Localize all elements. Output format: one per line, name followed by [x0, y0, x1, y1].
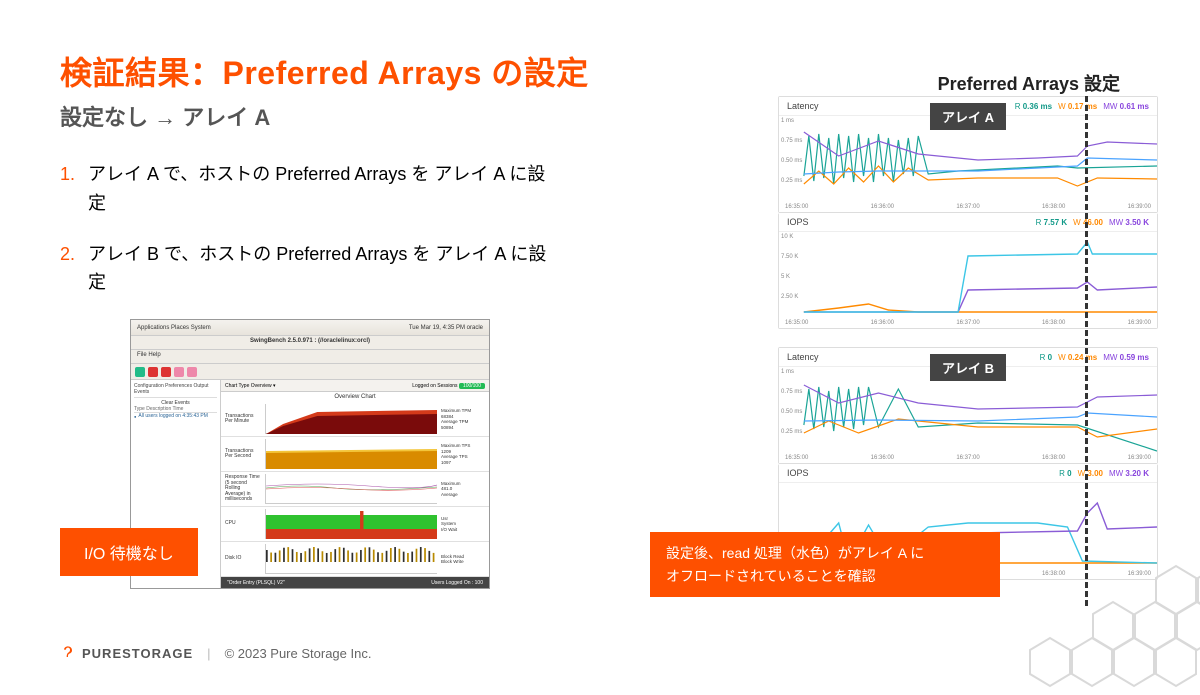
toolbar — [131, 364, 489, 380]
row-label: Transactions Per Minute — [225, 414, 261, 425]
row-chart — [265, 404, 437, 434]
row-stats: Maximum 481.0 Average — [441, 481, 485, 497]
swingbench-status: "Order Entry (PLSQL) V2" Users Logged On… — [221, 577, 489, 589]
record-icon — [161, 367, 171, 377]
chart-type: Chart Type Overview ▾ — [225, 383, 276, 389]
right-column: アレイ A Latency R 0.36 ms W 0.17 ms MW 0.6… — [778, 96, 1158, 580]
users-logged: Users Logged On : 100 — [431, 580, 483, 586]
event-row: All users logged on 4:35:43 PM — [134, 413, 217, 419]
overview-title: Overview Chart — [221, 392, 489, 402]
chart-header: Chart Type Overview ▾ Logged on Sessions… — [221, 380, 489, 392]
array-b-latency-panel: アレイ B Latency R 0 W 0.24 ms MW 0.59 ms 1… — [778, 347, 1158, 464]
panel-title: Latency — [787, 101, 819, 111]
play-icon — [135, 367, 145, 377]
swingbench-row: Response Time (5 second Rolling Average)… — [221, 472, 489, 507]
row-chart — [265, 544, 437, 574]
y-ticks: 10 K 7.50 K 5 K 2.50 K — [781, 234, 798, 300]
array-a-group: アレイ A Latency R 0.36 ms W 0.17 ms MW 0.6… — [778, 96, 1158, 329]
left-column: 1. アレイ A で、ホストの Preferred Arrays を アレイ A… — [60, 160, 550, 589]
offload-callout: 設定後、read 処理（水色）がアレイ A に オフロードされていることを確認 — [650, 532, 1000, 597]
io-wait-callout: I/O 待機なし — [60, 528, 198, 576]
gnome-right: Tue Mar 19, 4:35 PM oracle — [409, 325, 483, 331]
window-title: SwingBench 2.5.0.971 : (//oraclelinux:or… — [131, 336, 489, 350]
array-a-latency-panel: アレイ A Latency R 0.36 ms W 0.17 ms MW 0.6… — [778, 96, 1158, 213]
side-tabs: Configuration Preferences Output Events — [134, 383, 217, 398]
stop-icon — [148, 367, 158, 377]
step-text: アレイ A で、ホストの Preferred Arrays を アレイ A に設… — [88, 160, 550, 218]
gnome-panel: Applications Places System Tue Mar 19, 4… — [131, 320, 489, 336]
row-label: Disk IO — [225, 556, 261, 562]
copyright: © 2023 Pure Storage Inc. — [225, 646, 372, 661]
preferred-arrays-label: Preferred Arrays 設定 — [938, 70, 1120, 96]
panel-title: Latency — [787, 352, 819, 362]
row-label: Response Time (5 second Rolling Average)… — [225, 475, 261, 503]
gnome-left: Applications Places System — [137, 325, 211, 331]
brand-text: PURESTORAGE — [82, 646, 193, 661]
menu-bar: File Help — [131, 350, 489, 364]
slide: 検証結果：Preferred Arrays の設定 設定なし → アレイ A P… — [0, 0, 1200, 675]
purestorage-logo: PURESTORAGE — [60, 645, 193, 661]
y-ticks: 1 ms 0.75 ms 0.50 ms 0.25 ms — [781, 118, 802, 184]
steps-list: 1. アレイ A で、ホストの Preferred Arrays を アレイ A… — [60, 160, 550, 297]
row-chart — [265, 474, 437, 504]
sessions: Logged on Sessions 100/100 — [412, 383, 485, 389]
panel-title: IOPS — [787, 468, 809, 478]
panel-header: IOPS R 0 W 3.00 MW 3.20 K — [779, 464, 1157, 483]
panel-title: IOPS — [787, 217, 809, 227]
benchmark-name: "Order Entry (PLSQL) V2" — [227, 580, 285, 586]
sessions-badge: 100/100 — [459, 383, 485, 389]
panel-header: IOPS R 7.57 K W 46.00 MW 3.50 K — [779, 213, 1157, 232]
side-cols: Type Description Time — [134, 406, 217, 413]
array-b-badge: アレイ B — [930, 354, 1006, 381]
row-stats: Usr System I/O Wait — [441, 516, 485, 532]
row-stats: Block Read Block Write — [441, 554, 485, 565]
panel-metrics: R 7.57 K W 46.00 MW 3.50 K — [1036, 218, 1149, 227]
y-ticks: 1 ms 0.75 ms 0.50 ms 0.25 ms — [781, 369, 802, 435]
array-a-iops-panel: IOPS R 7.57 K W 46.00 MW 3.50 K 10 K 7.5… — [778, 213, 1158, 329]
swingbench-row: CPU Usr System I/O Wait — [221, 507, 489, 542]
x-ticks: 16:35:0016:36:0016:37:0016:38:0016:39:00 — [779, 202, 1157, 212]
panel-metrics: R 0 W 0.24 ms MW 0.59 ms — [1040, 353, 1149, 362]
row-stats: Maximum TPS 1209 Average TPS 1097 — [441, 443, 485, 465]
logo-icon — [60, 645, 76, 661]
row-stats: Maximum TPM 68384 Average TPM 50894 — [441, 408, 485, 430]
swingbench-rows: Transactions Per Minute Maximum TPM 6838… — [221, 402, 489, 577]
panel-metrics: R 0.36 ms W 0.17 ms MW 0.61 ms — [1015, 102, 1149, 111]
step-2: 2. アレイ B で、ホストの Preferred Arrays を アレイ A… — [60, 240, 550, 298]
array-a-badge: アレイ A — [930, 103, 1006, 130]
chart-body: 10 K 7.50 K 5 K 2.50 K — [779, 232, 1157, 318]
x-ticks: 16:35:0016:36:0016:37:0016:38:0016:39:00 — [779, 453, 1157, 463]
row-chart — [265, 509, 437, 539]
swingbench-row: Transactions Per Second Maximum TPS 1209… — [221, 437, 489, 472]
step-text: アレイ B で、ホストの Preferred Arrays を アレイ A に設… — [88, 240, 550, 298]
row-label: CPU — [225, 521, 261, 527]
btn-icon — [187, 367, 197, 377]
row-label: Transactions Per Second — [225, 449, 261, 460]
step-1: 1. アレイ A で、ホストの Preferred Arrays を アレイ A… — [60, 160, 550, 218]
swingbench-row: Transactions Per Minute Maximum TPM 6838… — [221, 402, 489, 437]
x-ticks: 16:35:0016:36:0016:37:0016:38:0016:39:00 — [779, 318, 1157, 328]
preferred-arrays-marker — [1085, 96, 1088, 606]
btn-icon — [174, 367, 184, 377]
footer: PURESTORAGE | © 2023 Pure Storage Inc. — [60, 645, 371, 661]
panel-metrics: R 0 W 3.00 MW 3.20 K — [1059, 469, 1149, 478]
row-chart — [265, 439, 437, 469]
swingbench-row: Disk IO Block Read Block Write — [221, 542, 489, 577]
step-num: 2. — [60, 240, 88, 298]
iops-chart-a — [779, 232, 1157, 318]
step-num: 1. — [60, 160, 88, 218]
swingbench-main: Chart Type Overview ▾ Logged on Sessions… — [221, 380, 489, 589]
